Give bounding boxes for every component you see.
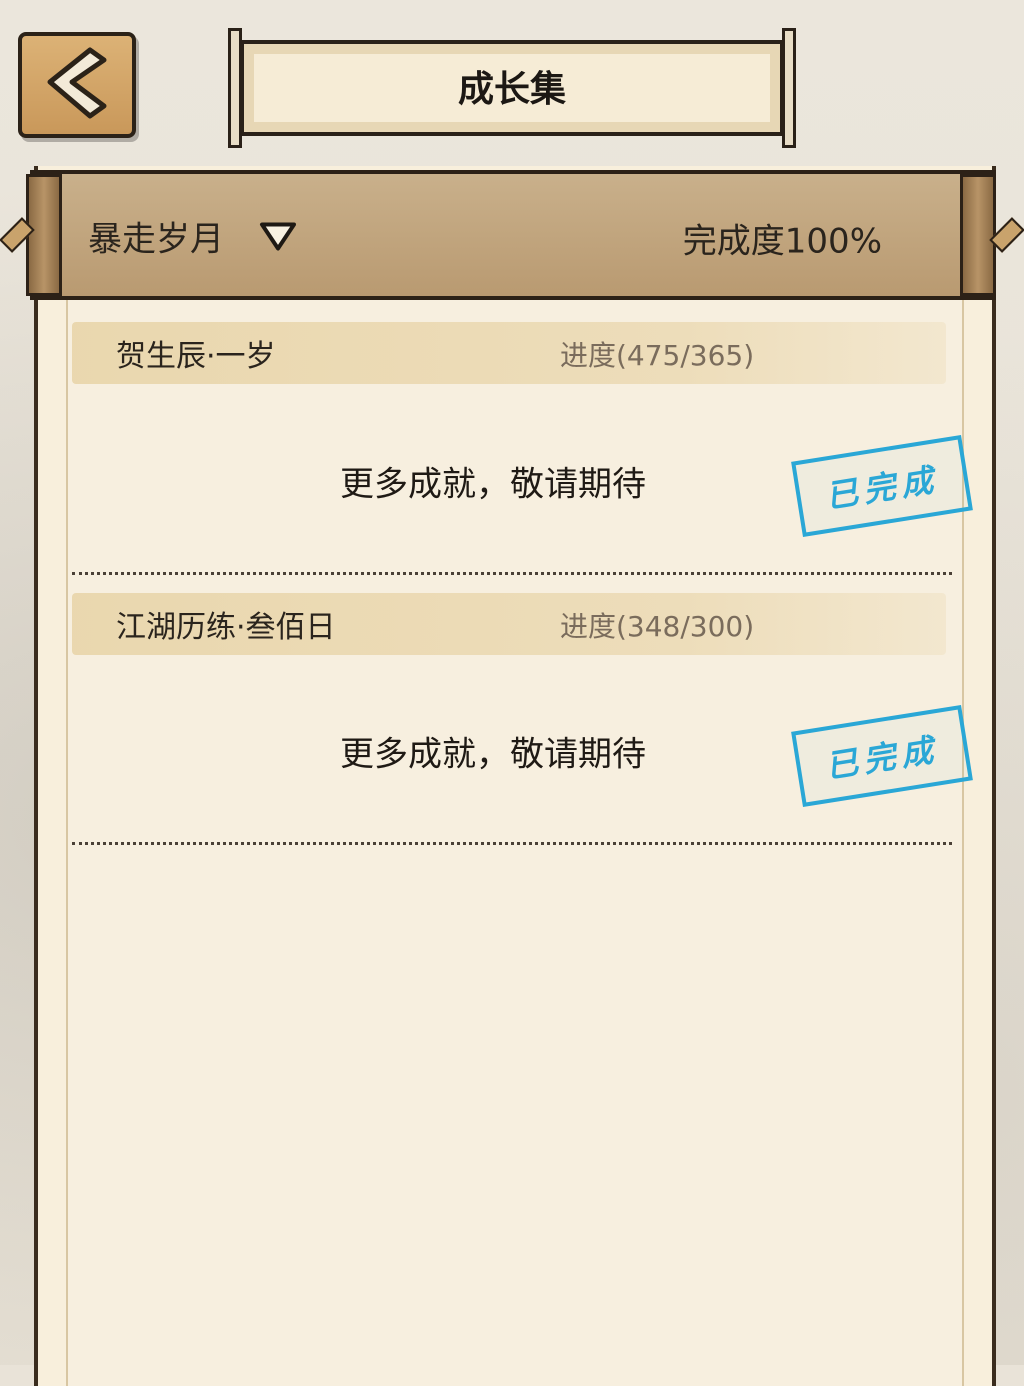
achievement-progress: 进度(348/300) [560,610,755,643]
page-title: 成长集 [457,69,566,110]
triangle-down-icon [260,222,296,250]
achievement-progress: 进度(475/365) [560,339,755,372]
achievement-message: 更多成就，敬请期待 [340,464,646,505]
category-label: 暴走岁月 [88,219,224,260]
scroll-cap-right [960,174,996,296]
achievement-message: 更多成就，敬请期待 [340,734,646,775]
chevron-left-icon [47,47,107,119]
row-divider [72,842,952,845]
achievement-name: 贺生辰·一岁 [116,339,276,374]
category-dropdown[interactable]: 暴走岁月 [88,212,298,261]
row-divider [72,572,952,575]
completion-rate: 完成度100% [682,221,882,262]
title-scroll: 成长集 [228,28,796,148]
scroll-cap-left [26,174,62,296]
achievement-name: 江湖历练·叁佰日 [116,610,336,645]
back-button[interactable] [18,32,136,138]
